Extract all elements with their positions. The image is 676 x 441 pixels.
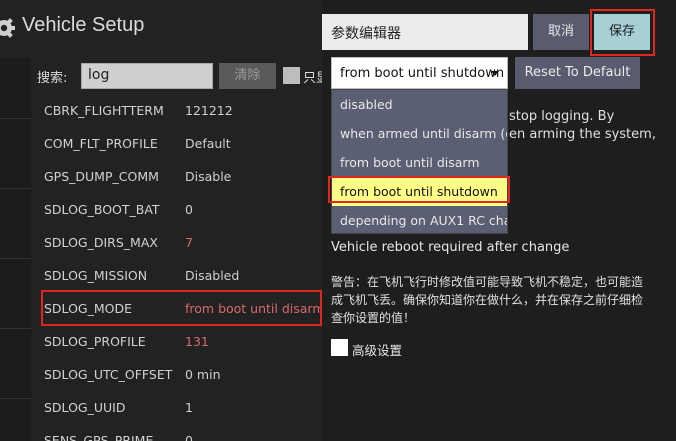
nav-divider	[0, 258, 31, 259]
param-name: SDLOG_UTC_OFFSET	[44, 367, 173, 382]
param-value: 0	[185, 433, 193, 441]
param-name: SDLOG_DIRS_MAX	[44, 235, 158, 250]
left-nav	[0, 58, 31, 441]
header-bar: Vehicle Setup	[0, 0, 322, 58]
show-modified-label: 只显	[303, 71, 322, 86]
param-name: SDLOG_BOOT_BAT	[44, 202, 160, 217]
param-row[interactable]: SDLOG_PROFILE 131	[31, 325, 322, 358]
param-row[interactable]: COM_FLT_PROFILE Default	[31, 127, 322, 160]
param-value: Disabled	[185, 268, 240, 283]
param-row[interactable]: SENS_GPS_PRIME 0	[31, 424, 322, 441]
param-row[interactable]: SDLOG_UTC_OFFSET 0 min	[31, 358, 322, 391]
param-row[interactable]: GPS_DUMP_COMM Disable	[31, 160, 322, 193]
nav-divider	[0, 188, 31, 189]
param-row[interactable]: SDLOG_MISSION Disabled	[31, 259, 322, 292]
param-name: SDLOG_UUID	[44, 400, 126, 415]
nav-divider	[0, 398, 31, 399]
param-value: 121212	[185, 103, 233, 118]
warning-text: 警告：在飞机飞行时修改值可能导致飞机不稳定，也可能造成飞机飞丢。确保你知道你在做…	[331, 275, 644, 325]
param-description: stop logging. By en arming the system,	[509, 108, 676, 144]
advanced-settings-checkbox[interactable]	[331, 339, 348, 356]
description-line: en arming the system,	[509, 127, 656, 142]
param-value: 0	[185, 202, 193, 217]
param-row[interactable]: SDLOG_BOOT_BAT 0	[31, 193, 322, 226]
param-value: 0 min	[185, 367, 221, 382]
dropdown-option[interactable]: depending on AUX1 RC chann	[332, 206, 507, 233]
param-name: COM_FLT_PROFILE	[44, 136, 158, 151]
clear-button[interactable]: 清除	[219, 63, 276, 89]
param-value: 7	[185, 235, 193, 250]
reset-to-default-button[interactable]: Reset To Default	[515, 57, 640, 89]
value-select[interactable]: from boot until shutdown	[331, 57, 508, 89]
param-name: SENS_GPS_PRIME	[44, 433, 154, 441]
param-row[interactable]: SDLOG_UUID 1	[31, 391, 322, 424]
editor-title: 参数编辑器	[331, 26, 401, 42]
param-value: 131	[185, 334, 209, 349]
advanced-settings-label: 高级设置	[352, 343, 403, 358]
parameter-list: CBRK_FLIGHTTERM 121212 COM_FLT_PROFILE D…	[31, 94, 325, 441]
selected-param-highlight	[41, 290, 322, 326]
selected-option-highlight	[328, 176, 510, 203]
dropdown-option[interactable]: disabled	[332, 90, 507, 119]
chevron-down-icon	[491, 71, 499, 76]
param-value: Default	[185, 136, 231, 151]
param-name: SDLOG_PROFILE	[44, 334, 146, 349]
description-line: stop logging. By	[509, 109, 615, 124]
reboot-note: Vehicle reboot required after change	[331, 240, 570, 255]
param-row[interactable]: CBRK_FLIGHTTERM 121212	[31, 94, 322, 127]
nav-divider	[0, 328, 31, 329]
value-select-label: from boot until shutdown	[340, 66, 505, 81]
param-value: Disable	[185, 169, 232, 184]
save-button-highlight	[590, 9, 655, 56]
dropdown-option[interactable]: from boot until disarm	[332, 148, 507, 177]
search-label: 搜索:	[37, 71, 68, 86]
cancel-button[interactable]: 取消	[533, 14, 589, 50]
dropdown-option[interactable]: when armed until disarm (def	[332, 119, 507, 148]
param-name: GPS_DUMP_COMM	[44, 169, 159, 184]
show-modified-checkbox[interactable]	[283, 67, 300, 84]
param-name: SDLOG_MISSION	[44, 268, 148, 283]
value-dropdown-list: disabled when armed until disarm (def fr…	[331, 89, 508, 234]
search-input[interactable]: log	[81, 63, 213, 89]
nav-divider	[0, 118, 31, 119]
gear-icon	[0, 18, 15, 38]
page-title: Vehicle Setup	[22, 14, 145, 36]
param-value: 1	[185, 400, 193, 415]
param-row[interactable]: SDLOG_DIRS_MAX 7	[31, 226, 322, 259]
param-name: CBRK_FLIGHTTERM	[44, 103, 164, 118]
